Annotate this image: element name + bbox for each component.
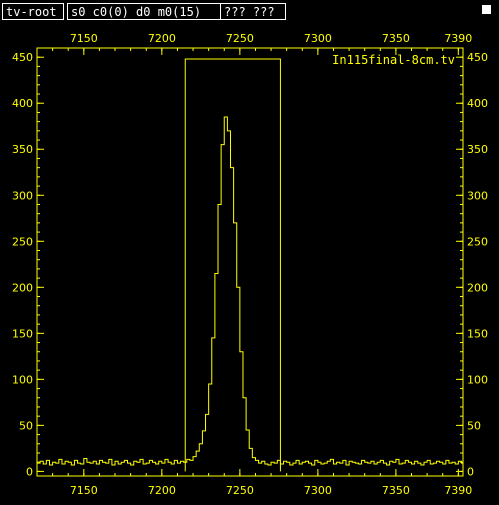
spectrum-plot[interactable]: 7150 7150 7200 7200 7250 7250 7300 7300 7350 7350… bbox=[0, 24, 499, 505]
x-tick-label-top: 7390 bbox=[444, 32, 472, 45]
x-tick-label-top: 7200 bbox=[148, 32, 176, 45]
y-tick-label-left: 300 bbox=[12, 189, 33, 202]
y-tick-label-left: 0 bbox=[26, 465, 33, 478]
y-tick-label-left: 400 bbox=[12, 97, 33, 110]
plot-title: In115final-8cm.tv bbox=[332, 53, 455, 67]
y-tick-label-right: 450 bbox=[467, 51, 488, 64]
plot-frame bbox=[36, 47, 464, 477]
coords-box: ??? ??? bbox=[220, 3, 286, 20]
x-tick-label-bottom: 7200 bbox=[148, 484, 176, 497]
y-tick-label-left: 100 bbox=[12, 373, 33, 386]
x-tick-label-bottom: 7300 bbox=[304, 484, 332, 497]
y-tick-label-right: 250 bbox=[467, 235, 488, 248]
x-tick-label-top: 7250 bbox=[226, 32, 254, 45]
x-tick-label-bottom: 7250 bbox=[226, 484, 254, 497]
window-name-box[interactable]: tv-root bbox=[2, 3, 64, 20]
y-tick-label-right: 50 bbox=[467, 419, 481, 432]
y-tick-label-right: 300 bbox=[467, 189, 488, 202]
x-tick-label-top: 7300 bbox=[304, 32, 332, 45]
x-tick-label-top: 7350 bbox=[382, 32, 410, 45]
y-tick-label-left: 50 bbox=[19, 419, 33, 432]
gate-region-box bbox=[184, 58, 281, 472]
x-tick-label-top: 7150 bbox=[70, 32, 98, 45]
y-tick-label-right: 400 bbox=[467, 97, 488, 110]
y-tick-label-left: 350 bbox=[12, 143, 33, 156]
y-tick-label-left: 250 bbox=[12, 235, 33, 248]
y-tick-label-left: 150 bbox=[12, 327, 33, 340]
y-tick-label-left: 200 bbox=[12, 281, 33, 294]
x-tick-label-bottom: 7390 bbox=[444, 484, 472, 497]
y-tick-label-right: 100 bbox=[467, 373, 488, 386]
close-icon[interactable] bbox=[482, 5, 491, 14]
y-tick-label-right: 0 bbox=[467, 465, 474, 478]
title-bar: tv-root s0 c0(0) d0 m0(15) ??? ??? bbox=[0, 0, 499, 24]
y-tick-label-right: 200 bbox=[467, 281, 488, 294]
x-tick-label-bottom: 7150 bbox=[70, 484, 98, 497]
y-tick-label-right: 350 bbox=[467, 143, 488, 156]
y-tick-label-left: 450 bbox=[12, 51, 33, 64]
x-tick-label-bottom: 7350 bbox=[382, 484, 410, 497]
y-tick-label-right: 150 bbox=[467, 327, 488, 340]
spectrum-trace bbox=[37, 116, 463, 466]
